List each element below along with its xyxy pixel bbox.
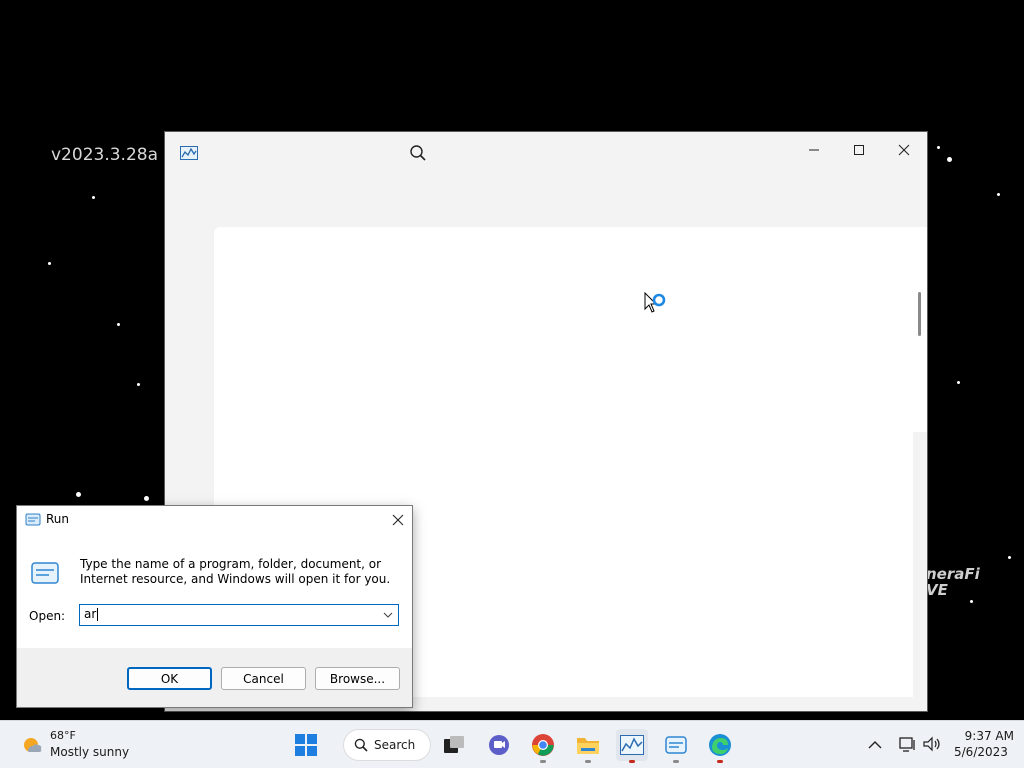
- star: [997, 193, 1000, 196]
- running-indicator: [629, 760, 635, 763]
- chrome-button[interactable]: [527, 729, 559, 763]
- run-title: Run: [46, 512, 70, 526]
- taskbar-search[interactable]: Search: [343, 729, 431, 761]
- task-view-icon: [444, 736, 464, 753]
- star: [957, 381, 960, 384]
- run-body: Type the name of a program, folder, docu…: [17, 534, 412, 648]
- star: [970, 600, 973, 603]
- close-icon: [898, 144, 910, 156]
- run-icon: [25, 513, 41, 526]
- chevron-up-icon[interactable]: [866, 737, 884, 753]
- app-content-gutter: [913, 432, 927, 697]
- running-indicator: [717, 760, 723, 763]
- search-icon[interactable]: [409, 144, 427, 162]
- stock-chart-app-button[interactable]: [616, 729, 648, 763]
- star: [947, 157, 952, 162]
- run-app-button[interactable]: [660, 729, 692, 763]
- running-indicator: [673, 760, 679, 763]
- run-icon: [31, 562, 59, 584]
- start-button[interactable]: [290, 729, 322, 761]
- maximize-icon: [854, 145, 864, 155]
- file-explorer-button[interactable]: [572, 729, 604, 763]
- file-explorer-icon: [577, 738, 599, 754]
- desktop-brand-text: neraFi VE: [926, 566, 980, 598]
- task-view-button[interactable]: [438, 729, 470, 761]
- open-input-value[interactable]: ar: [84, 607, 99, 621]
- star: [144, 496, 149, 501]
- stock-chart-app-icon: [620, 735, 644, 755]
- edge-icon: [709, 734, 731, 756]
- scrollbar[interactable]: [918, 292, 921, 336]
- maximize-button[interactable]: [837, 136, 881, 164]
- star: [117, 323, 120, 326]
- minimize-icon: [809, 149, 819, 151]
- app-titlebar[interactable]: [165, 132, 927, 174]
- weather-description[interactable]: Mostly sunny: [50, 745, 129, 759]
- star: [92, 196, 95, 199]
- star: [137, 383, 140, 386]
- desktop-brand-line1: neraFi: [926, 565, 980, 583]
- open-dropdown-button[interactable]: [380, 607, 396, 623]
- cancel-button[interactable]: Cancel: [221, 667, 306, 690]
- chrome-icon: [532, 734, 554, 756]
- star: [1008, 556, 1011, 559]
- running-indicator: [540, 760, 546, 763]
- stock-chart-icon: [180, 146, 198, 160]
- taskbar-search-label: Search: [374, 738, 416, 752]
- windows-start-icon: [295, 734, 317, 756]
- star: [76, 492, 81, 497]
- chevron-down-icon: [383, 612, 393, 618]
- close-icon: [392, 514, 404, 526]
- close-button[interactable]: [882, 136, 926, 164]
- desktop-version-text: v2023.3.28a (I: [51, 145, 176, 165]
- running-indicator: [585, 760, 591, 763]
- star: [48, 262, 51, 265]
- run-titlebar[interactable]: Run: [17, 506, 412, 534]
- teams-chat-icon: [489, 735, 509, 755]
- weather-temperature[interactable]: 68°F: [50, 729, 76, 742]
- text-caret: [97, 608, 99, 621]
- edge-button[interactable]: [704, 729, 736, 763]
- clock-time[interactable]: 9:37 AM: [954, 729, 1014, 743]
- search-icon: [354, 738, 368, 752]
- open-input[interactable]: ar: [79, 604, 399, 626]
- desktop-brand-line2: VE: [926, 581, 948, 599]
- weather-sunny-icon[interactable]: [20, 733, 44, 757]
- star: [937, 146, 940, 149]
- volume-icon[interactable]: [922, 735, 942, 753]
- network-icon[interactable]: [898, 735, 918, 753]
- run-app-icon: [665, 736, 687, 754]
- browse-button[interactable]: Browse...: [315, 667, 400, 690]
- busy-cursor-icon: [644, 292, 666, 313]
- run-dialog[interactable]: Run Type the name of a program, folder, …: [16, 505, 413, 708]
- run-close-button[interactable]: [387, 509, 409, 531]
- run-description: Type the name of a program, folder, docu…: [80, 557, 391, 586]
- ok-button[interactable]: OK: [127, 667, 212, 690]
- open-label: Open:: [29, 609, 66, 623]
- clock-date[interactable]: 5/6/2023: [954, 745, 1008, 759]
- open-input-text: ar: [84, 607, 97, 621]
- teams-chat-button[interactable]: [483, 729, 515, 761]
- taskbar: 68°F Mostly sunny Search 9:37 AM 5/6/202…: [0, 720, 1024, 768]
- minimize-button[interactable]: [792, 136, 836, 164]
